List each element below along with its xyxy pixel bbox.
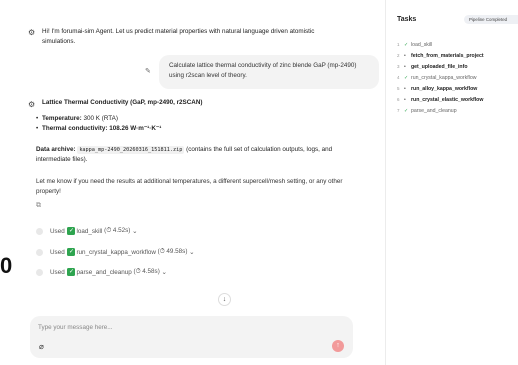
user-message: Calculate lattice thermal conductivity o… — [159, 55, 379, 89]
check-icon: ✓ — [404, 41, 409, 48]
task-number: 1 — [397, 42, 400, 47]
bot-icon: ⚙ — [28, 100, 36, 109]
conductivity-label: Thermal conductivity: — [42, 125, 108, 132]
tool-prefix: Used — [50, 268, 65, 276]
chevron-down-icon: ⌄ — [132, 227, 138, 235]
chevron-down-icon: ⌄ — [189, 248, 195, 256]
archive-label: Data archive: — [36, 146, 76, 153]
status-badge: Pipeline Completed — [464, 15, 518, 24]
check-icon: ✓ — [67, 227, 76, 235]
followup-text: Let me know if you need the results at a… — [36, 178, 343, 195]
tool-time: (⏱ 4.52s) — [104, 227, 131, 234]
task-label: run_crystal_kappa_workflow — [411, 74, 477, 81]
tool-prefix: Used — [50, 248, 65, 256]
bot-icon: ⚙ — [28, 28, 36, 37]
task-number: 3 — [397, 64, 400, 69]
tool-prefix: Used — [50, 227, 65, 235]
task-label: get_uploaded_file_info — [411, 63, 468, 70]
check-icon: ✓ — [404, 74, 409, 81]
chevron-down-icon: ⌄ — [161, 268, 167, 276]
task-label: parse_and_cleanup — [411, 107, 457, 114]
status-dot — [36, 248, 43, 256]
task-list: 1 ✓ load_skill 2 • fetch_from_materials_proje… — [397, 39, 484, 116]
partial-text-fragment: 0 — [0, 253, 13, 278]
task-item: 4 ✓ run_crystal_kappa_workflow — [397, 72, 484, 83]
result-list: Temperature: 300 K (RTA) Thermal conduct… — [36, 114, 161, 134]
greeting-text: Hi! I'm forumai-sim Agent. Let us predic… — [42, 28, 315, 45]
task-item: 1 ✓ load_skill — [397, 39, 484, 50]
tool-call-row[interactable]: Used ✓ run_crystal_kappa_workflow (⏱ 49.… — [36, 248, 194, 256]
tool-call-row[interactable]: Used ✓ parse_and_cleanup (⏱ 4.58s) ⌄ — [36, 268, 167, 276]
task-number: 2 — [397, 53, 400, 58]
check-icon: ✓ — [404, 107, 409, 114]
status-dot — [36, 227, 43, 235]
archive-paragraph: Data archive: kappa_mp-2490_20260316_151… — [36, 145, 351, 165]
task-number: 6 — [397, 97, 400, 102]
temperature-label: Temperature: — [42, 115, 82, 122]
tool-name: parse_and_cleanup — [76, 268, 132, 276]
task-label: run_crystal_elastic_workflow — [411, 96, 484, 103]
copy-icon[interactable]: ⧉ — [36, 202, 41, 210]
task-item: 3 • get_uploaded_file_info — [397, 61, 484, 72]
bullet-icon: • — [404, 63, 406, 70]
task-item: 6 • run_crystal_elastic_workflow — [397, 94, 484, 105]
send-icon[interactable]: ↑ — [332, 340, 344, 352]
task-number: 7 — [397, 108, 400, 113]
paperclip-icon[interactable]: ⌀ — [39, 342, 44, 351]
message-composer: ⌀ ↑ — [30, 316, 353, 358]
bullet-icon: • — [404, 52, 406, 59]
archive-file-link[interactable]: kappa_mp-2490_20260316_151811.zip — [77, 146, 185, 154]
bullet-icon: • — [404, 96, 406, 103]
task-label: fetch_from_materials_project — [411, 52, 484, 59]
tool-call-row[interactable]: Used ✓ load_skill (⏱ 4.52s) ⌄ — [36, 227, 137, 235]
answer-title: Lattice Thermal Conductivity (GaP, mp-24… — [42, 99, 203, 106]
bullet-icon: • — [404, 85, 406, 92]
arrow-down-icon[interactable]: ↓ — [218, 293, 231, 306]
tool-name: load_skill — [76, 227, 103, 235]
task-item: 7 ✓ parse_and_cleanup — [397, 105, 484, 116]
assistant-greeting: ⚙ Hi! I'm forumai-sim Agent. Let us pred… — [28, 27, 358, 46]
tool-time: (⏱ 4.58s) — [133, 268, 160, 275]
chat-panel: ⚙ Hi! I'm forumai-sim Agent. Let us pred… — [28, 0, 379, 365]
answer-heading: ⚙ Lattice Thermal Conductivity (GaP, mp-… — [28, 99, 203, 109]
tool-time: (⏱ 49.58s) — [157, 248, 188, 255]
tasks-title: Tasks — [397, 16, 417, 23]
check-icon: ✓ — [67, 248, 76, 256]
task-number: 5 — [397, 86, 400, 91]
check-icon: ✓ — [67, 268, 76, 276]
conductivity-value: 108.26 W·m⁻¹·K⁻¹ — [109, 125, 162, 132]
task-item: 2 • fetch_from_materials_project — [397, 50, 484, 61]
status-dot — [36, 268, 43, 276]
tool-name: run_crystal_kappa_workflow — [76, 248, 156, 256]
list-item: Temperature: 300 K (RTA) — [36, 114, 161, 124]
task-label: run_alloy_kappa_workflow — [411, 85, 478, 92]
tasks-panel: Tasks Pipeline Completed 1 ✓ load_skill 2 • f… — [385, 0, 518, 365]
task-item: 5 • run_alloy_kappa_workflow — [397, 83, 484, 94]
list-item: Thermal conductivity: 108.26 W·m⁻¹·K⁻¹ — [36, 124, 161, 134]
task-number: 4 — [397, 75, 400, 80]
task-label: load_skill — [411, 41, 433, 48]
temperature-value: 300 K (RTA) — [83, 115, 118, 122]
pencil-icon[interactable]: ✎ — [145, 67, 151, 75]
message-input[interactable] — [38, 321, 338, 333]
